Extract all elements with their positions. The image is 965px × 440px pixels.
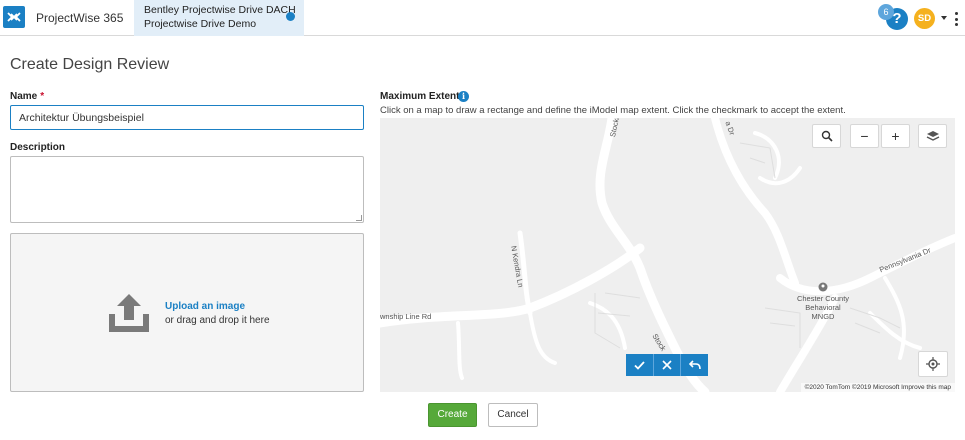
page-title: Create Design Review bbox=[10, 56, 170, 73]
accept-extent-button[interactable] bbox=[626, 354, 654, 376]
create-button[interactable]: Create bbox=[428, 403, 477, 427]
context-line-1: Bentley Projectwise Drive DACH bbox=[144, 4, 296, 16]
map-roads bbox=[380, 118, 955, 392]
context-dropdown-icon[interactable] bbox=[286, 12, 295, 21]
description-label: Description bbox=[10, 142, 66, 153]
checkmark-icon bbox=[634, 360, 645, 370]
user-avatar[interactable]: SD bbox=[914, 8, 935, 29]
cancel-button[interactable]: Cancel bbox=[488, 403, 538, 427]
road-label-township: wnship Line Rd bbox=[380, 312, 432, 321]
name-label: Name * bbox=[10, 91, 45, 102]
map-layers-button[interactable] bbox=[918, 124, 947, 148]
undo-icon bbox=[688, 360, 701, 370]
map-attribution: ©2020 TomTom ©2019 Microsoft Improve thi… bbox=[800, 383, 955, 392]
upload-hint: or drag and drop it here bbox=[165, 315, 270, 326]
zoom-out-button[interactable]: − bbox=[850, 124, 879, 148]
zoom-in-button[interactable]: + bbox=[881, 124, 910, 148]
upload-icon bbox=[107, 292, 151, 339]
locate-me-button[interactable] bbox=[918, 351, 948, 377]
more-options-icon[interactable] bbox=[955, 12, 958, 26]
map-canvas[interactable]: Stockton L a Dr N Kendra Ln wnship Line … bbox=[380, 118, 955, 392]
required-mark: * bbox=[40, 91, 45, 102]
poi-label: Chester County Behavioral MNGD bbox=[796, 294, 850, 321]
maximum-extent-label: Maximum Extent bbox=[380, 91, 460, 102]
locate-icon bbox=[926, 357, 940, 371]
layers-icon bbox=[926, 131, 939, 141]
close-icon bbox=[662, 360, 672, 370]
extent-help-text: Click on a map to draw a rectange and de… bbox=[380, 105, 846, 116]
resize-handle-icon[interactable] bbox=[356, 215, 362, 221]
info-icon[interactable]: i bbox=[458, 91, 469, 102]
description-textarea[interactable] bbox=[10, 156, 364, 223]
upload-image-link[interactable]: Upload an image bbox=[165, 301, 245, 312]
context-line-2: Projectwise Drive Demo bbox=[144, 18, 257, 30]
clear-extent-button[interactable] bbox=[654, 354, 682, 376]
user-menu-caret-icon[interactable] bbox=[941, 16, 947, 20]
search-icon bbox=[821, 130, 833, 142]
image-upload-dropzone[interactable]: Upload an image or drag and drop it here bbox=[10, 233, 364, 392]
map-search-button[interactable] bbox=[812, 124, 841, 148]
project-context-selector[interactable]: Bentley Projectwise Drive DACH Projectwi… bbox=[134, 0, 304, 36]
name-input[interactable] bbox=[10, 105, 364, 130]
top-bar: ProjectWise 365 Bentley Projectwise Driv… bbox=[0, 0, 965, 36]
extent-toolbar bbox=[626, 354, 708, 376]
projectwise-logo-icon[interactable] bbox=[3, 6, 25, 28]
undo-extent-button[interactable] bbox=[681, 354, 708, 376]
app-title[interactable]: ProjectWise 365 bbox=[36, 11, 123, 25]
notification-badge: 6 bbox=[878, 4, 894, 20]
